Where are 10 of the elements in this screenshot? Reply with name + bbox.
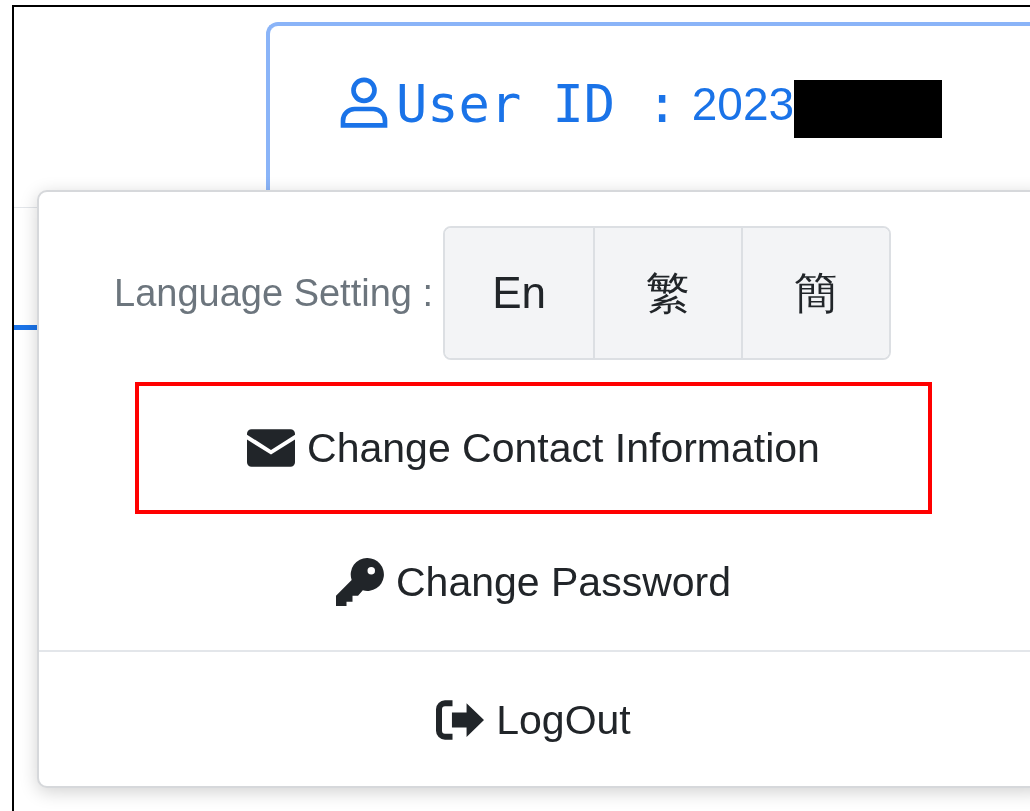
user-id-value: 2023 [691, 77, 795, 132]
menu-item[interactable]: Change Contact Information [247, 424, 820, 472]
language-button[interactable]: 簡 [741, 228, 890, 358]
language-label: Language Setting : [114, 271, 434, 315]
key-icon [336, 558, 384, 606]
language-button[interactable]: 繁 [593, 228, 742, 358]
menu-item[interactable]: Change Password [336, 558, 731, 606]
language-button[interactable]: En [445, 228, 594, 358]
menu-item[interactable]: LogOut [436, 696, 631, 744]
user-id-label: User ID : [396, 74, 678, 134]
